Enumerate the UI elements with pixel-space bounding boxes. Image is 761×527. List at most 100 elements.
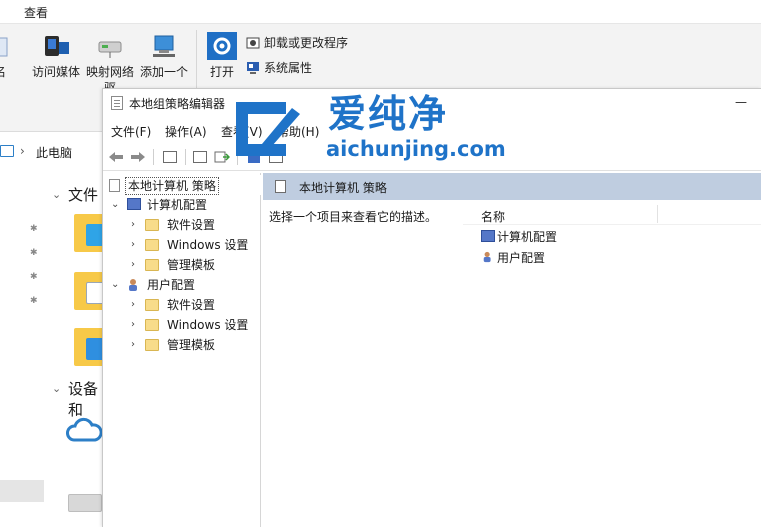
tree-item-user-software-settings[interactable]: › 软件设置 [103,295,261,315]
drive-icon[interactable] [68,494,102,512]
map-network-label: 映射网络 [85,65,134,79]
watermark-en: aichunjing.com [326,137,506,161]
address-location[interactable]: 此电脑 [36,144,72,161]
tab-view[interactable]: 查看 [24,4,48,21]
open-label: 打开 [209,65,234,79]
chevron-right-icon[interactable]: › [131,295,135,315]
devices-heading[interactable]: 设备和 [68,378,102,420]
uninstall-icon [246,36,260,50]
tree-item-label: 本地计算机 策略 [125,177,219,195]
menu-action[interactable]: 操作(A) [165,123,207,140]
tree-item-label: Windows 设置 [167,238,249,252]
chevron-down-icon[interactable]: ⌄ [52,382,61,395]
network-location-icon [149,32,179,60]
gear-icon [207,32,237,60]
window-title: 本地组策略编辑器 [129,97,226,111]
uninstall-label: 卸载或更改程序 [264,36,349,50]
chevron-right-icon[interactable]: › [131,255,135,275]
chevron-down-icon[interactable]: ⌄ [111,275,119,295]
system-properties-button[interactable]: 系统属性 [246,59,312,76]
uninstall-program-button[interactable]: 卸载或更改程序 [246,34,348,51]
folder-icon [145,319,159,331]
network-drive-icon [95,32,125,60]
open-settings-button[interactable]: 打开 [194,32,250,80]
media-icon [41,32,71,60]
forward-arrow-icon[interactable] [129,148,147,166]
tree-item-computer-config[interactable]: ⌄ 计算机配置 [103,195,261,215]
description-text: 选择一个项目来查看它的描述。 [269,210,438,224]
tree-item-label: 软件设置 [167,298,216,312]
tree-item-label: 管理模板 [167,338,216,352]
folder-icon[interactable] [74,272,104,310]
chevron-right-icon[interactable]: › [131,215,135,235]
watermark-logo-icon [236,102,300,156]
chevron-right-icon[interactable]: › [131,315,135,335]
rename-button[interactable]: 命名 [0,32,22,80]
pin-icon: ✱ [30,248,38,258]
tree-item-label: Windows 设置 [167,318,249,332]
chevron-right-icon[interactable]: › [20,144,25,158]
properties-icon[interactable] [191,148,209,166]
menu-file[interactable]: 文件(F) [111,123,151,140]
access-media-button[interactable]: 访问媒体 [28,32,84,80]
pin-icon: ✱ [30,272,38,282]
content-header: 本地计算机 策略 [263,173,761,200]
chevron-down-icon[interactable]: ⌄ [52,188,61,201]
files-heading[interactable]: 文件 [68,184,98,205]
folder-icon[interactable] [74,328,104,366]
policy-doc-icon [275,180,286,193]
policy-doc-icon [111,96,123,110]
folder-icon [145,339,159,351]
list-item-label: 计算机配置 [497,230,558,244]
chevron-right-icon[interactable]: › [131,335,135,355]
computer-icon [127,198,141,210]
pin-icon: ✱ [30,296,38,306]
minimize-icon[interactable]: — [735,95,747,109]
show-tree-icon[interactable] [161,148,179,166]
tree-item-label: 计算机配置 [147,198,208,212]
cloud-icon[interactable] [66,416,102,444]
tree-item-user-admin-templates[interactable]: › 管理模板 [103,335,261,355]
list-column-header[interactable]: 名称 [463,203,761,225]
explorer-tab-bar: 查看 [0,0,761,24]
tree-item-user-config[interactable]: ⌄ 用户配置 [103,275,261,295]
column-name[interactable]: 名称 [481,208,505,225]
folder-icon[interactable] [74,214,104,252]
policy-doc-icon [109,179,120,192]
folder-icon [145,259,159,271]
system-properties-label: 系统属性 [264,61,313,75]
add-network-location-button[interactable]: 添加一个 [136,32,192,80]
folder-icon [145,299,159,311]
computer-icon [481,230,495,242]
tree-item-root[interactable]: 本地计算机 策略 [103,175,261,195]
tree-item-label: 用户配置 [147,278,196,292]
toolbar-divider [185,149,186,165]
pin-icon: ✱ [30,224,38,234]
watermark-cn: 爱纯净 [328,92,449,136]
tree-item-label: 软件设置 [167,218,216,232]
chevron-down-icon[interactable]: ⌄ [111,195,119,215]
policy-tree: 本地计算机 策略 ⌄ 计算机配置 › 软件设置 › Windows 设置 › 管… [103,173,261,527]
content-pane: 本地计算机 策略 选择一个项目来查看它的描述。 名称 计算机配置 用户配置 [263,173,761,527]
user-icon [483,251,491,263]
folder-icon [145,219,159,231]
tree-item-software-settings[interactable]: › 软件设置 [103,215,261,235]
tree-item-admin-templates[interactable]: › 管理模板 [103,255,261,275]
chevron-right-icon[interactable]: › [131,235,135,255]
tree-item-label: 管理模板 [167,258,216,272]
nav-selected-item[interactable] [0,480,44,502]
column-divider[interactable] [657,205,658,223]
this-pc-icon [0,145,14,157]
tree-item-windows-settings[interactable]: › Windows 设置 [103,235,261,255]
system-properties-icon [246,61,260,75]
user-icon [129,279,137,291]
content-header-title: 本地计算机 策略 [299,181,387,195]
rename-icon [0,32,9,60]
map-network-drive-button[interactable]: 映射网络 驱 [82,32,138,96]
tree-item-user-windows-settings[interactable]: › Windows 设置 [103,315,261,335]
watermark: 爱纯净 aichunjing.com [228,92,506,166]
access-media-label: 访问媒体 [31,65,80,79]
folder-icon [145,239,159,251]
list-item-label: 用户配置 [497,251,546,265]
back-arrow-icon[interactable] [107,148,125,166]
